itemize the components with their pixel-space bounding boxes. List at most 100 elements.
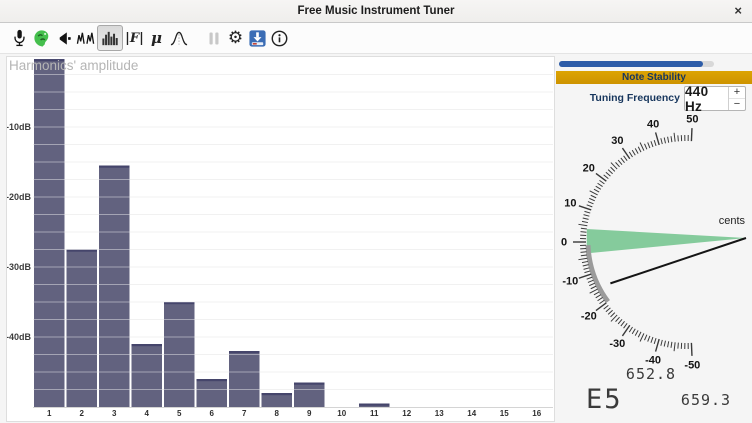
gauge-minor-tick <box>611 167 615 171</box>
harmonic-bar-cap <box>359 404 390 406</box>
gauge-minor-tick <box>654 140 656 146</box>
fourier-button[interactable]: |F| <box>124 25 145 51</box>
gauge-minor-tick <box>589 198 594 200</box>
gauge-minor-tick <box>638 147 641 152</box>
gauge-minor-tick <box>611 313 615 317</box>
gauge-major-tick <box>622 325 629 336</box>
gauge-major-tick <box>579 206 591 210</box>
microphone-button[interactable] <box>9 25 30 51</box>
spin-down-button[interactable]: − <box>729 99 745 110</box>
y-tick-label: -40dB <box>7 332 31 342</box>
gauge-minor-tick <box>604 305 609 309</box>
gauge-minor-tick <box>645 144 647 150</box>
x-tick-label: 4 <box>145 409 150 418</box>
gauge-minor-tick <box>604 175 609 179</box>
gauge-major-tick <box>596 303 606 311</box>
y-tick-label: -10dB <box>7 122 31 132</box>
speaker-button[interactable] <box>53 25 74 51</box>
gauge-minor-tick <box>661 340 662 346</box>
about-button[interactable] <box>269 25 290 51</box>
gauge-minor-tick <box>587 277 593 279</box>
gauge-major-tick <box>596 173 606 181</box>
gauge-minor-tick <box>584 268 590 270</box>
app-window: Free Music Instrument Tuner × <box>0 0 752 423</box>
x-tick-label: 6 <box>210 409 215 418</box>
tuner-panel: Note Stability Tuning Frequency 440 Hz +… <box>556 55 752 423</box>
gauge-minor-tick <box>582 221 588 222</box>
cents-gauge: -50-40-30-20-1001020304050cents <box>556 113 752 375</box>
tuning-frequency-label: Tuning Frequency <box>556 92 680 104</box>
fourier-icon: |F| <box>125 31 144 46</box>
gauge-minor-tick <box>616 317 620 321</box>
gauge-major-tick <box>656 339 660 351</box>
note-readout: E5 <box>586 384 623 415</box>
gauge-minor-tick <box>590 191 598 195</box>
tuning-frequency-value[interactable]: 440 Hz <box>685 87 728 110</box>
gauge-minor-tick <box>629 152 632 157</box>
waveform-button[interactable] <box>75 25 96 51</box>
gauge-minor-tick <box>578 258 587 259</box>
gauge-tick-label: 30 <box>611 135 623 147</box>
gauge-minor-tick <box>624 156 628 161</box>
spinbox-buttons: + − <box>728 87 745 110</box>
settings-button[interactable]: ⚙ <box>225 25 246 51</box>
gauge-minor-tick <box>581 228 587 229</box>
gauge-tick-label: -30 <box>609 338 625 350</box>
gauge-minor-tick <box>648 142 650 148</box>
gauge-major-tick <box>691 343 692 356</box>
gauge-minor-tick <box>583 218 589 219</box>
x-tick-label: 1 <box>47 409 52 418</box>
y-tick-label: -20dB <box>7 192 31 202</box>
harmonic-bar <box>229 351 260 407</box>
x-tick-label: 15 <box>500 409 509 418</box>
x-tick-label: 16 <box>532 409 541 418</box>
gauge-minor-tick <box>600 300 605 303</box>
gauge-minor-tick <box>668 341 669 347</box>
harmonics-button[interactable] <box>97 25 123 51</box>
gauge-minor-tick <box>635 148 638 153</box>
harmonics-chart: -10dB-20dB-30dB-40dB12345678910111213141… <box>6 56 555 422</box>
gauss-button[interactable] <box>168 25 189 51</box>
save-button[interactable] <box>247 25 268 51</box>
harmonic-bar <box>132 344 163 407</box>
gauge-tick-label: 20 <box>583 162 595 174</box>
green-fork-icon <box>32 29 51 48</box>
gauge-minor-tick <box>591 195 596 198</box>
harmonics-chart-svg: -10dB-20dB-30dB-40dB12345678910111213141… <box>7 57 554 421</box>
gauge-minor-tick <box>584 215 590 217</box>
x-tick-label: 7 <box>242 409 247 418</box>
gauge-minor-tick <box>583 265 589 266</box>
gauge-minor-tick <box>590 289 598 293</box>
gauge-minor-tick <box>581 255 587 256</box>
gauge-major-tick <box>656 132 660 144</box>
gauge-minor-tick <box>584 271 590 273</box>
harmonic-bar <box>294 383 325 408</box>
gauge-minor-tick <box>581 252 587 253</box>
gauge-tick-label: 10 <box>564 197 576 209</box>
volume-progressbar-fill <box>559 61 703 67</box>
gauge-minor-tick <box>629 327 632 332</box>
gauge-minor-tick <box>664 341 665 347</box>
tuning-frequency-spinbox[interactable]: 440 Hz + − <box>684 86 746 111</box>
pause-button[interactable] <box>203 25 224 51</box>
gauge-minor-tick <box>638 332 641 337</box>
gauge-minor-tick <box>635 330 638 335</box>
gauge-minor-tick <box>584 211 590 213</box>
gauge-tick-label: 50 <box>686 114 698 126</box>
gauge-minor-tick <box>594 292 599 295</box>
gauge-minor-tick <box>618 319 622 324</box>
harmonic-bar-cap <box>229 351 260 353</box>
gauge-minor-tick <box>640 333 644 341</box>
close-button[interactable]: × <box>731 0 745 22</box>
capture-toggle-button[interactable] <box>31 25 52 51</box>
gauge-minor-tick <box>654 338 656 344</box>
x-tick-label: 13 <box>435 409 444 418</box>
x-tick-label: 10 <box>337 409 346 418</box>
in-tune-wedge <box>587 229 746 253</box>
gauge-minor-tick <box>598 297 603 300</box>
gauge-minor-tick <box>616 162 620 166</box>
gauge-minor-tick <box>578 224 587 225</box>
gauge-minor-tick <box>589 283 594 285</box>
gauge-tick-label: 0 <box>561 237 567 249</box>
statistics-button[interactable]: μ <box>146 25 167 51</box>
